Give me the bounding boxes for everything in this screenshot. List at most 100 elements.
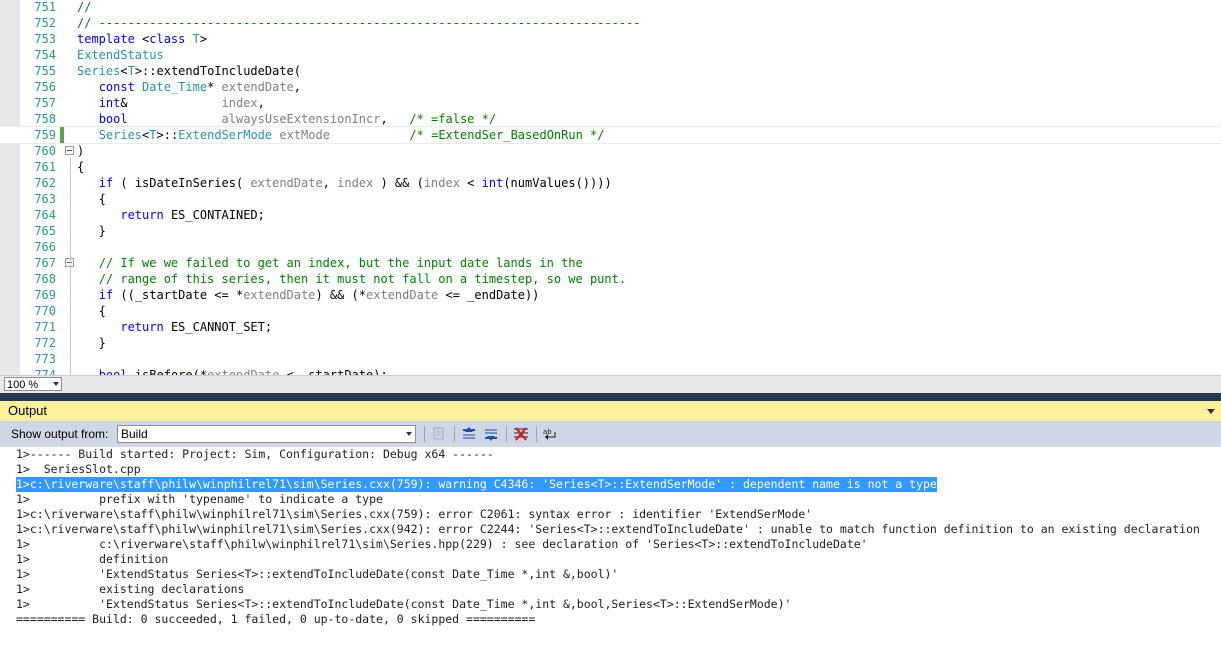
line-number: 751 bbox=[34, 0, 56, 14]
code-line[interactable]: 752 // ----------------------------------… bbox=[0, 15, 1221, 31]
line-number: 756 bbox=[34, 80, 56, 94]
changed-line-indicator bbox=[60, 127, 64, 143]
previous-message-icon[interactable] bbox=[460, 426, 478, 442]
line-number: 771 bbox=[34, 320, 56, 334]
toggle-word-wrap-icon[interactable]: ab bbox=[542, 426, 560, 442]
output-line[interactable]: 1> prefix with 'typename' to indicate a … bbox=[16, 492, 383, 507]
code-line[interactable]: 756 const Date_Time* extendDate, bbox=[0, 79, 1221, 95]
line-number: 753 bbox=[34, 32, 56, 46]
line-number: 763 bbox=[34, 192, 56, 206]
code-line[interactable]: 758 bool alwaysUseExtensionIncr, /* =fal… bbox=[0, 111, 1221, 127]
output-line[interactable]: 1>c:\riverware\staff\philw\winphilrel71\… bbox=[16, 507, 812, 522]
code-line[interactable]: 773 bbox=[0, 351, 1221, 367]
output-line[interactable]: 1> SeriesSlot.cpp bbox=[16, 462, 141, 477]
code-line[interactable]: 768 // range of this series, then it mus… bbox=[0, 271, 1221, 287]
code-line[interactable]: 754 ExtendStatus bbox=[0, 47, 1221, 63]
code-line[interactable]: 770 { bbox=[0, 303, 1221, 319]
code-line[interactable]: 766 bbox=[0, 239, 1221, 255]
panel-menu-chevron-icon[interactable] bbox=[1207, 409, 1215, 414]
code-line[interactable]: 761 { bbox=[0, 159, 1221, 175]
line-number: 761 bbox=[34, 160, 56, 174]
code-editor[interactable]: 751 // 752 // -----------------------------… bbox=[0, 0, 1221, 375]
code-token: ( isDateInSeries( bbox=[113, 176, 251, 190]
code-text: } bbox=[77, 335, 106, 351]
output-line[interactable]: 1> c:\riverware\staff\philw\winphilrel71… bbox=[16, 537, 868, 552]
code-token: extendDate bbox=[366, 288, 439, 302]
code-text: { bbox=[77, 303, 106, 319]
code-text: return ES_CANNOT_SET; bbox=[77, 319, 272, 335]
output-line[interactable]: 1>c:\riverware\staff\philw\winphilrel71\… bbox=[16, 477, 937, 492]
panel-title: Output bbox=[8, 403, 48, 418]
line-number: 759 bbox=[34, 128, 56, 142]
code-token: ) && (* bbox=[315, 288, 367, 302]
code-line[interactable]: 757 int& index, bbox=[0, 95, 1221, 111]
code-line[interactable]: 771 return ES_CANNOT_SET; bbox=[0, 319, 1221, 335]
code-token: * bbox=[207, 80, 222, 94]
find-message-in-code-icon[interactable] bbox=[430, 426, 448, 442]
code-line[interactable]: 762 if ( isDateInSeries( extendDate, ind… bbox=[0, 175, 1221, 191]
code-token: isBefore(* bbox=[127, 368, 208, 375]
code-token: T bbox=[127, 64, 135, 78]
output-line[interactable]: ========== Build: 0 succeeded, 1 failed,… bbox=[16, 612, 535, 627]
code-text: bool alwaysUseExtensionIncr, /* =false *… bbox=[77, 111, 496, 127]
code-text: Series<T>::ExtendSerMode extMode /* =Ext… bbox=[77, 127, 605, 143]
code-text: // bbox=[77, 0, 91, 15]
code-text: return ES_CONTAINED; bbox=[77, 207, 265, 223]
code-line[interactable]: 753 template <class T> bbox=[0, 31, 1221, 47]
code-token: ES_CANNOT_SET; bbox=[163, 320, 273, 334]
line-number: 762 bbox=[34, 176, 56, 190]
code-line[interactable]: 767 // If we we failed to get an index, … bbox=[0, 255, 1221, 271]
code-line[interactable]: 759 Series<T>::ExtendSerMode extMode /* … bbox=[0, 126, 1221, 144]
code-text: // -------------------------------------… bbox=[77, 15, 641, 31]
code-token: >:: bbox=[156, 128, 179, 142]
code-line[interactable]: 772 } bbox=[0, 335, 1221, 351]
zoom-select[interactable]: 100 % bbox=[4, 377, 62, 391]
code-line[interactable]: 763 { bbox=[0, 191, 1221, 207]
code-token: Series bbox=[77, 64, 121, 78]
output-line[interactable]: 1> definition bbox=[16, 552, 168, 567]
code-token: Series bbox=[98, 128, 143, 142]
collapse-region-icon[interactable] bbox=[65, 146, 74, 155]
editor-statusbar: 100 % bbox=[0, 375, 1221, 393]
next-message-icon[interactable] bbox=[482, 426, 500, 442]
code-text: ExtendStatus bbox=[77, 47, 164, 63]
line-number: 768 bbox=[34, 272, 56, 286]
output-line[interactable]: 1>------ Build started: Project: Sim, Co… bbox=[16, 447, 494, 462]
code-text: int& index, bbox=[77, 95, 265, 111]
output-toolbar: Show output from: Build ab bbox=[0, 421, 1221, 447]
code-line[interactable]: 769 if ((_startDate <= *extendDate) && (… bbox=[0, 287, 1221, 303]
code-token: ) && ( bbox=[373, 176, 424, 190]
output-panel-title-bar: Output bbox=[0, 401, 1221, 421]
code-token: alwaysUseExtensionIncr bbox=[221, 112, 381, 126]
output-line[interactable]: 1> 'ExtendStatus Series<T>::extendToIncl… bbox=[16, 567, 618, 582]
line-number: 767 bbox=[34, 256, 56, 270]
code-line[interactable]: 764 return ES_CONTAINED; bbox=[0, 207, 1221, 223]
code-line[interactable]: 774 bool isBefore(*extendDate < _startDa… bbox=[0, 367, 1221, 375]
code-token: Date_Time bbox=[142, 80, 208, 94]
code-line[interactable]: 755 Series<T>::extendToIncludeDate( bbox=[0, 63, 1221, 79]
code-text: } bbox=[77, 223, 106, 239]
code-line[interactable]: 751 // bbox=[0, 0, 1221, 15]
code-text: if ( isDateInSeries( extendDate, index )… bbox=[77, 175, 612, 191]
code-token: >::extendToIncludeDate( bbox=[134, 64, 301, 78]
line-number: 755 bbox=[34, 64, 56, 78]
panel-splitter[interactable] bbox=[0, 393, 1221, 401]
code-token: return bbox=[120, 320, 164, 334]
code-line[interactable]: 760) bbox=[0, 143, 1221, 159]
output-line[interactable]: 1> 'ExtendStatus Series<T>::extendToIncl… bbox=[16, 597, 791, 612]
line-number: 770 bbox=[34, 304, 56, 318]
output-source-select[interactable]: Build bbox=[117, 425, 416, 443]
code-token: ExtendSerMode bbox=[178, 128, 273, 142]
code-token: extMode bbox=[279, 128, 330, 142]
clear-all-icon[interactable] bbox=[512, 426, 530, 442]
output-line[interactable]: 1> existing declarations bbox=[16, 582, 244, 597]
code-line[interactable]: 765 } bbox=[0, 223, 1221, 239]
output-line[interactable]: 1>c:\riverware\staff\philw\winphilrel71\… bbox=[16, 522, 1200, 537]
zoom-value: 100 % bbox=[7, 379, 39, 391]
output-text-area[interactable]: 1>------ Build started: Project: Sim, Co… bbox=[0, 447, 1221, 660]
